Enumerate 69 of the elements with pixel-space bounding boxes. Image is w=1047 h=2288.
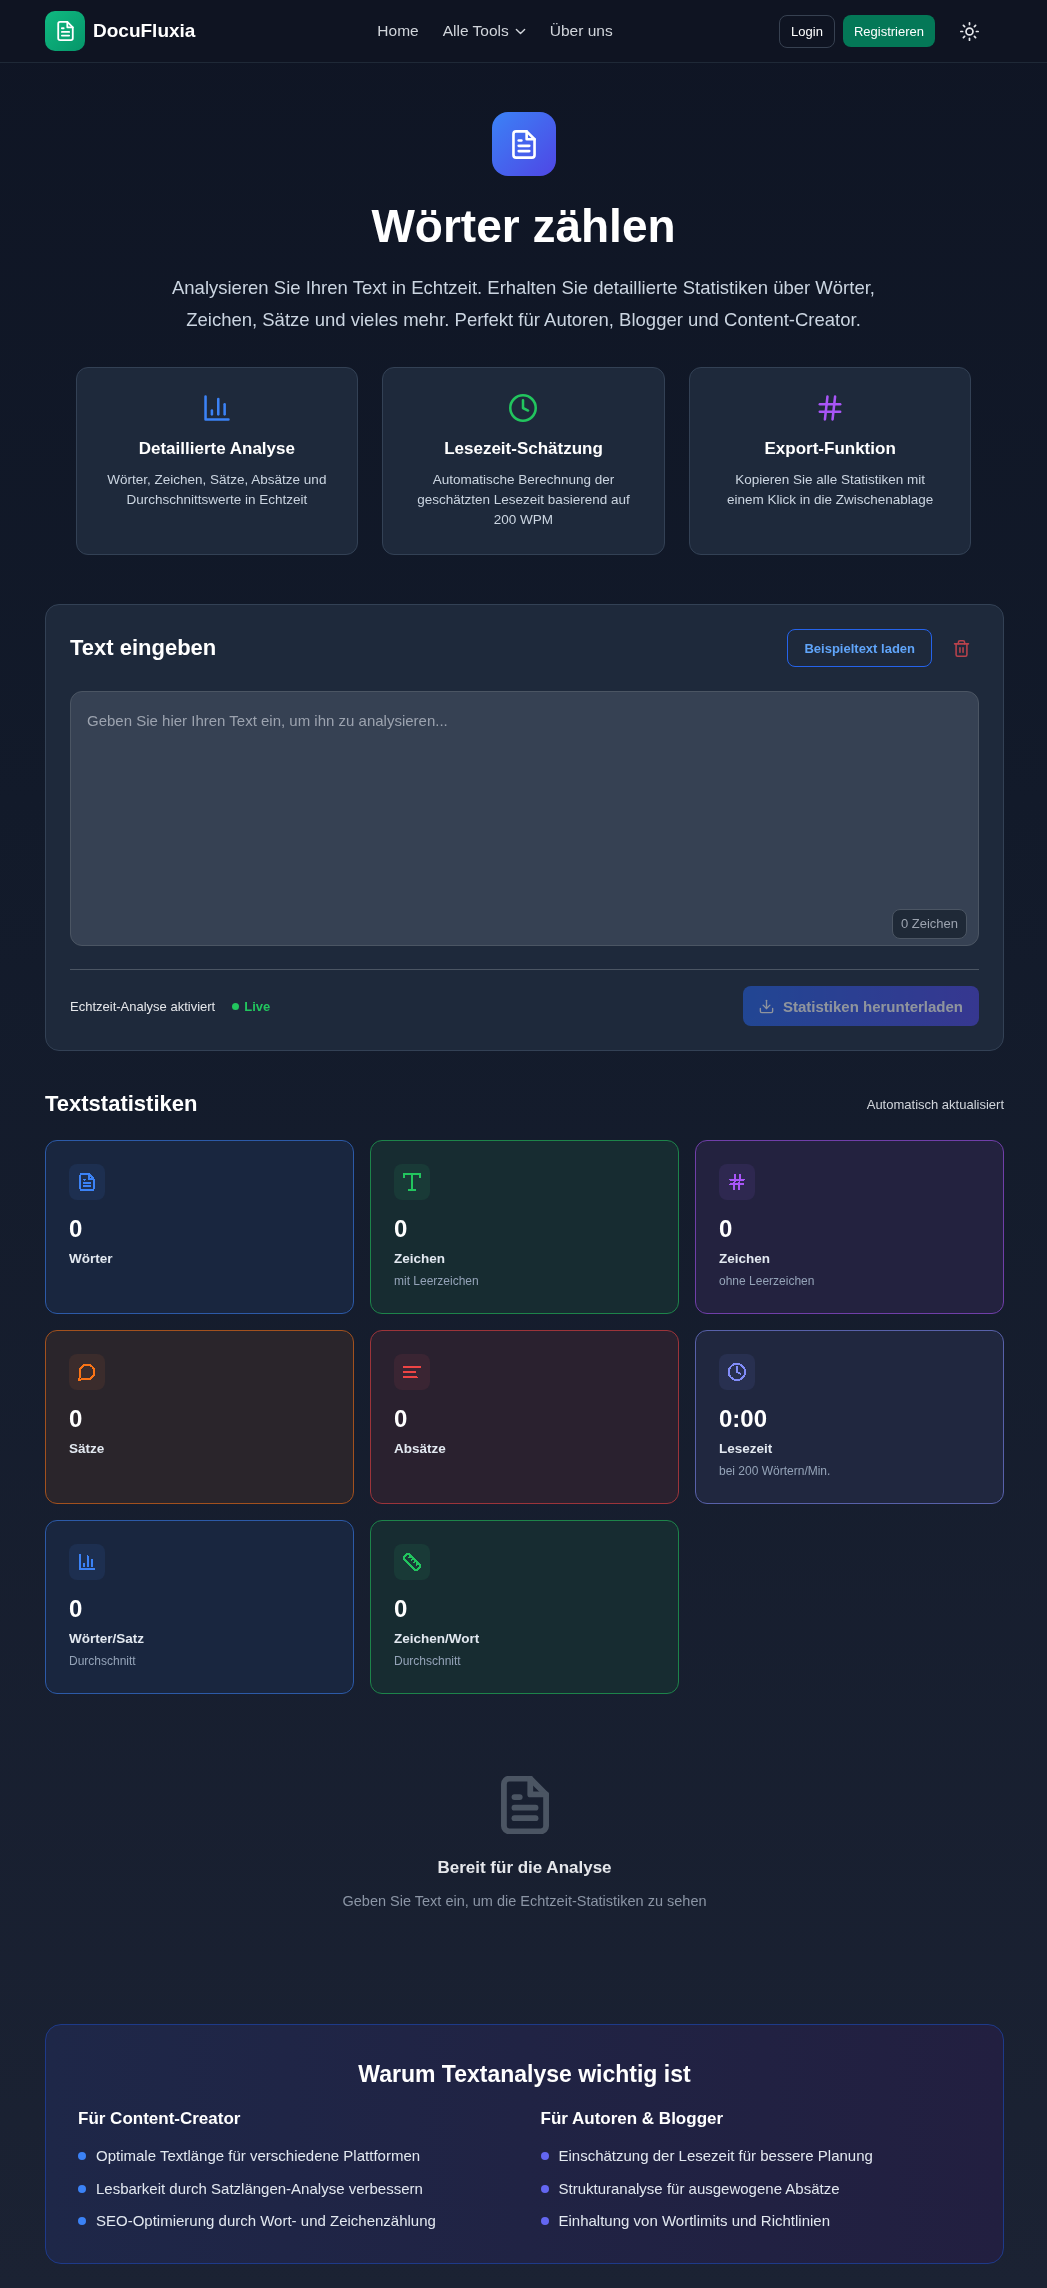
stat-value: 0 [394, 1214, 409, 1244]
info-title: Warum Textanalyse wichtig ist [357, 2060, 692, 2089]
bar-chart-icon [69, 1544, 105, 1580]
document-icon [491, 112, 556, 176]
list-item-text: Optimale Textlänge für verschiedene Plattformen [96, 2146, 421, 2166]
trash-icon[interactable] [953, 638, 970, 658]
document-icon [500, 1776, 549, 1834]
stat-label: Lesezeit [719, 1440, 774, 1458]
stat-label: Zeichen [719, 1250, 771, 1268]
column-title: Für Content-Creator [78, 2108, 242, 2130]
stat-value: 0:00 [719, 1404, 769, 1434]
feature-description: Automatische Berechnung der geschätzten Lesezeit basierend auf 200 WPM [416, 471, 631, 529]
stat-label: Wörter [69, 1250, 114, 1268]
document-icon [69, 1164, 105, 1200]
nav-link[interactable]: Home [377, 22, 419, 40]
stat-value: 0 [69, 1594, 84, 1624]
list-item-text: SEO-Optimierung durch Wort- und Zeichenzählung [96, 2211, 436, 2231]
stat-sublabel: bei 200 Wörtern/Min. [719, 1463, 832, 1479]
stat-value: 0 [394, 1404, 409, 1434]
document-icon [45, 11, 85, 51]
page-title: Wörter zählen [371, 199, 676, 254]
text-lines-icon [394, 1354, 430, 1390]
stat-sublabel: Durchschnitt [394, 1653, 462, 1669]
stat-sublabel: Durchschnitt [69, 1653, 137, 1669]
stat-label: Sätze [69, 1440, 106, 1458]
live-dot-icon [232, 1002, 240, 1010]
hash-icon [719, 1164, 755, 1200]
empty-state-text: Geben Sie Text ein, um die Echtzeit-Statistiken zu sehen [341, 1892, 708, 1911]
page-subtitle: Analysieren Sie Ihren Text in Echtzeit. Erhalten Sie detaillierte Statistiken über Wörter, Zeichen, Sätze und vieles mehr. Perfekt für Autoren, Blogger und Content-Creator. [171, 276, 876, 332]
sample-text-button[interactable]: Beispieltext laden [787, 629, 932, 667]
login-button[interactable]: Login [779, 14, 835, 48]
stat-label: Zeichen/Wort [394, 1630, 481, 1648]
stat-sublabel: mit Leerzeichen [394, 1273, 480, 1289]
chevron-down-icon [514, 27, 526, 35]
nav-link[interactable]: Über uns [549, 22, 613, 40]
character-count: 0 Zeichen [891, 909, 967, 939]
stat-label: Wörter/Satz [69, 1630, 145, 1648]
stat-label: Absätze [394, 1440, 447, 1458]
section-title: Text eingeben [70, 634, 217, 662]
ruler-icon [394, 1544, 430, 1580]
live-label: Live [244, 998, 271, 1014]
list-item-text: Einhaltung von Wortlimits und Richtlinien [558, 2211, 831, 2231]
list-item-text: Einschätzung der Lesezeit für bessere Planung [558, 2146, 873, 2166]
sun-icon[interactable] [960, 21, 979, 41]
update-note: Automatisch aktualisiert [866, 1096, 1004, 1112]
column-title: Für Autoren & Blogger [540, 2108, 725, 2130]
stat-value: 0 [394, 1594, 409, 1624]
section-title: Textstatistiken [45, 1090, 198, 1118]
nav-link[interactable]: Alle Tools [442, 22, 526, 40]
list-item-text: Strukturanalyse für ausgewogene Absätze [558, 2178, 840, 2199]
stat-sublabel: ohne Leerzeichen [719, 1273, 816, 1289]
list-item-text: Lesbarkeit durch Satzlängen-Analyse verbessern [96, 2178, 423, 2199]
feature-title: Detaillierte Analyse [138, 438, 295, 460]
download-icon [758, 998, 774, 1014]
empty-state-title: Bereit für die Analyse [436, 1857, 613, 1879]
stat-value: 0 [69, 1214, 84, 1244]
register-button[interactable]: Registrieren [842, 15, 935, 47]
feature-description: Wörter, Zeichen, Sätze, Absätze und Durchschnittswerte in Echtzeit [106, 471, 328, 509]
stat-value: 0 [69, 1404, 84, 1434]
brand-name[interactable]: DocuFluxia [93, 20, 196, 42]
feature-title: Lesezeit-Schätzung [444, 438, 603, 460]
stat-label: Zeichen [394, 1250, 446, 1268]
feature-description: Kopieren Sie alle Statistiken mit einem Klick in die Zwischenablage [725, 471, 935, 509]
status-label: Echtzeit-Analyse aktiviert [70, 998, 216, 1014]
stat-value: 0 [719, 1214, 734, 1244]
clock-icon [719, 1354, 755, 1390]
feature-title: Export-Funktion [764, 438, 896, 460]
speech-bubble-icon [69, 1354, 105, 1390]
letter-t-icon [394, 1164, 430, 1200]
